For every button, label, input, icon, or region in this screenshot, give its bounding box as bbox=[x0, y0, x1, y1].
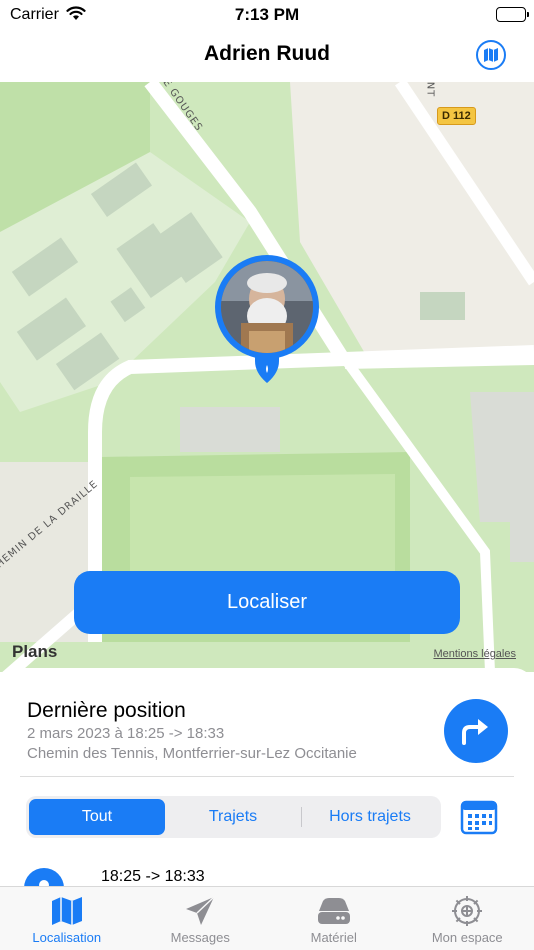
locate-button[interactable]: Localiser bbox=[74, 571, 460, 634]
map-icon bbox=[50, 895, 84, 927]
tab-label: Mon espace bbox=[431, 930, 503, 945]
map-view[interactable]: D 112 E GOUGES NT CHEMIN DE LA DRAILLE L… bbox=[0, 82, 534, 672]
filter-segmented-control: Tout Trajets Hors trajets bbox=[26, 796, 441, 838]
apple-maps-label: Plans bbox=[12, 642, 58, 661]
last-position-date: 2 mars 2023 à 18:25 -> 18:33 bbox=[27, 725, 225, 742]
entry-time[interactable]: 18:25 -> 18:33 bbox=[101, 868, 205, 886]
tab-bar: Localisation Messages Matériel Mon espac… bbox=[0, 886, 534, 950]
last-position-heading: Dernière position bbox=[27, 699, 186, 722]
device-icon bbox=[317, 895, 351, 927]
tab-label: Messages bbox=[170, 930, 230, 945]
segment-all[interactable]: Tout bbox=[29, 799, 165, 835]
map-icon bbox=[484, 48, 498, 62]
tab-label: Matériel bbox=[310, 930, 357, 945]
last-position-address: Chemin des Tennis, Montferrier-sur-Lez O… bbox=[27, 745, 357, 762]
apple-maps-logo: Plans bbox=[12, 642, 57, 662]
paper-plane-icon bbox=[183, 895, 217, 927]
gear-icon bbox=[450, 895, 484, 927]
battery-icon bbox=[496, 7, 529, 22]
road-sign-d112: D 112 bbox=[437, 107, 476, 125]
segment-off-trips[interactable]: Hors trajets bbox=[302, 799, 438, 835]
legal-mentions-link[interactable]: Mentions légales bbox=[433, 648, 516, 660]
divider bbox=[20, 776, 514, 777]
tab-mon-espace[interactable]: Mon espace bbox=[401, 887, 534, 950]
calendar-button[interactable] bbox=[460, 799, 498, 835]
map-type-button[interactable] bbox=[476, 40, 506, 70]
status-bar: Carrier 7:13 PM bbox=[0, 0, 534, 30]
segment-trips[interactable]: Trajets bbox=[165, 799, 301, 835]
user-location-pin[interactable] bbox=[215, 255, 319, 385]
tab-messages[interactable]: Messages bbox=[134, 887, 268, 950]
last-position-sheet: Dernière position 2 mars 2023 à 18:25 ->… bbox=[0, 668, 534, 908]
directions-button[interactable] bbox=[444, 699, 508, 763]
calendar-icon bbox=[460, 800, 498, 835]
clock: 7:13 PM bbox=[234, 5, 300, 24]
navigation-bar: Adrien Ruud bbox=[0, 30, 534, 82]
pin-marker-icon bbox=[255, 353, 279, 383]
street-label: NT bbox=[424, 82, 436, 98]
page-title: Adrien Ruud bbox=[204, 42, 330, 65]
avatar bbox=[221, 261, 313, 353]
turn-right-arrow-icon bbox=[462, 719, 488, 745]
tab-materiel[interactable]: Matériel bbox=[267, 887, 401, 950]
tab-label: Localisation bbox=[32, 930, 102, 945]
tab-localisation[interactable]: Localisation bbox=[0, 887, 134, 950]
